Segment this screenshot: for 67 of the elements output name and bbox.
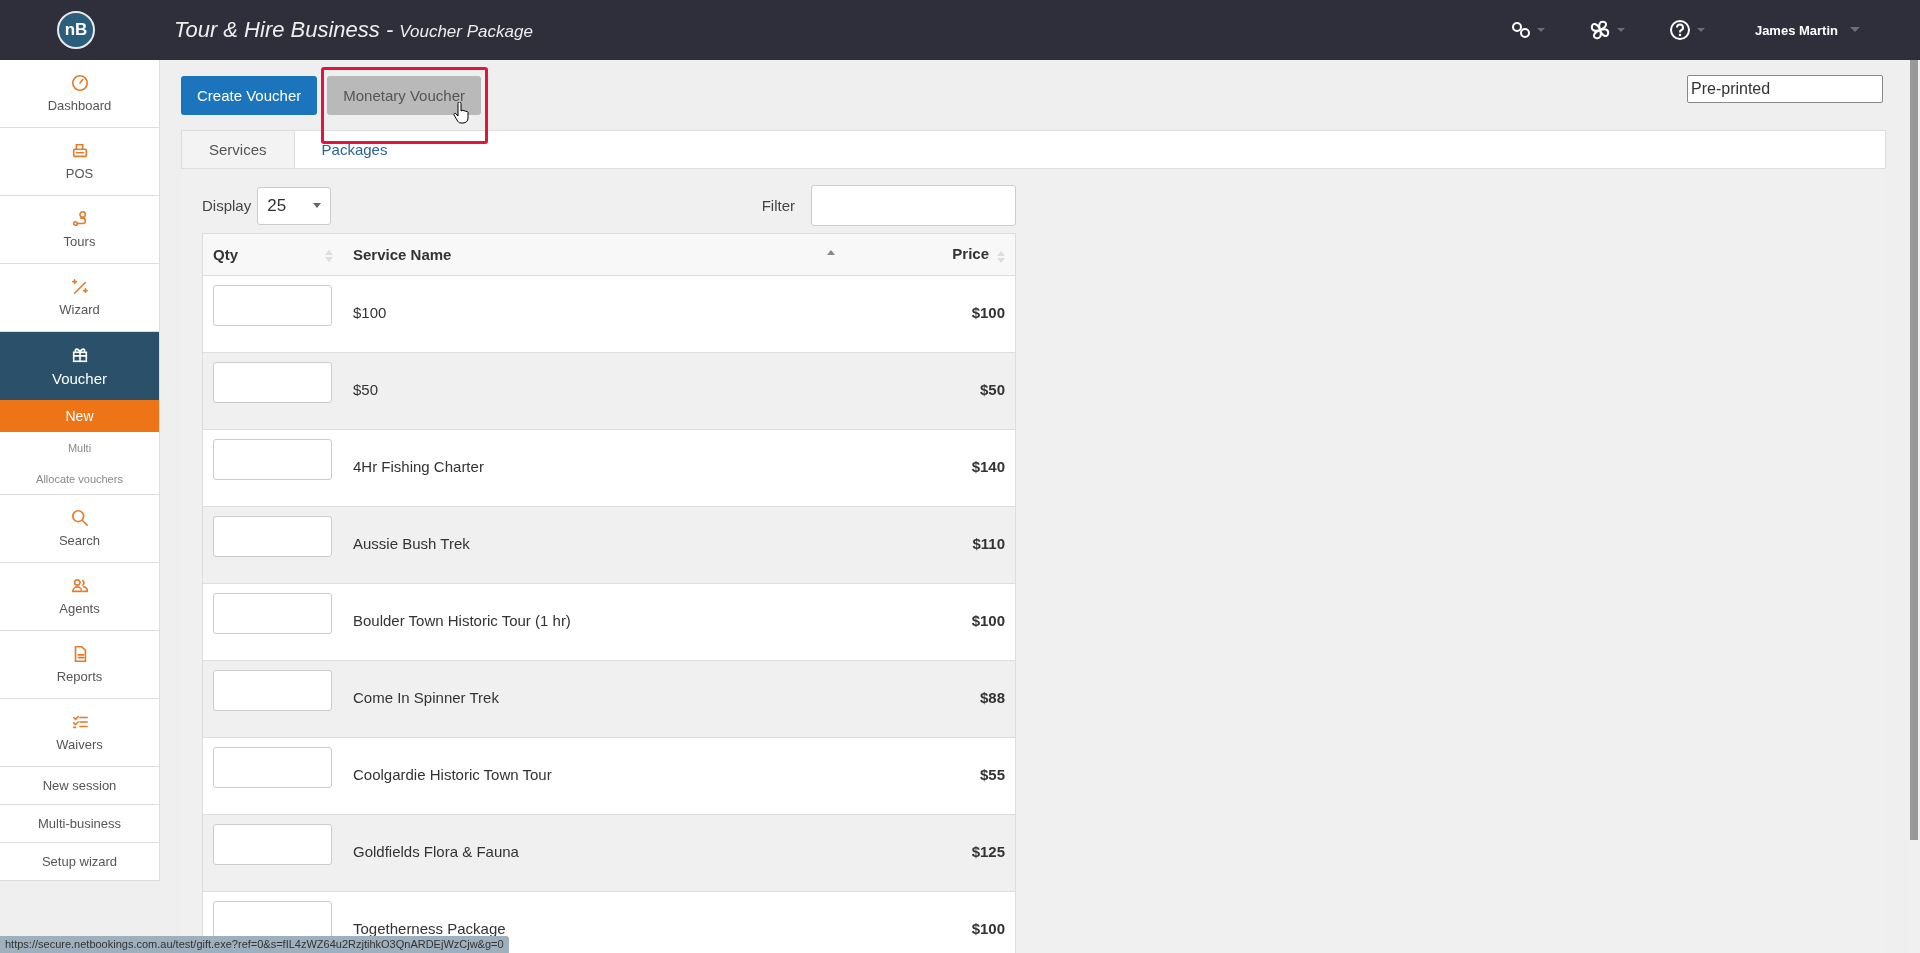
page-subtitle: Voucher Package [399,22,533,42]
sidebar-item[interactable]: Dashboard [0,60,159,128]
table-cell: $100 [971,920,1005,937]
sidebar-link[interactable]: New session [0,767,159,805]
column-header[interactable]: Price [845,233,1016,276]
sidebar-item[interactable]: POS [0,128,159,196]
qty-field[interactable] [213,670,332,711]
table-cell: $100 [971,612,1005,629]
qty-field[interactable] [213,439,332,480]
cash-register-icon [70,142,89,160]
qty-field[interactable] [213,747,332,788]
submenu-item[interactable]: Allocate vouchers [0,463,159,494]
table-cell: $88 [979,689,1005,706]
table-cell: $125 [971,843,1005,860]
app-title: Tour & Hire Business - [174,17,394,43]
column-header[interactable]: Service Name [343,233,845,276]
table-cell: $110 [972,535,1005,552]
route-icon [70,210,89,228]
table-cell: Boulder Town Historic Tour (1 hr) [353,612,571,629]
display-label: Display [202,197,252,214]
user-menu[interactable]: James Martin [1754,22,1838,38]
tab[interactable]: Services [182,131,295,168]
link-url-tooltip: https://secure.netbookings.com.au/test/gift.exe?ref=0&s=fIL4zWZ64u2RzjtihkO3QnARDEjWzCjw&g=0 [0,936,509,953]
table-cell: Togetherness Package [353,920,506,937]
checklist-icon [70,713,89,731]
table-cell: 4Hr Fishing Charter [353,458,484,475]
table-cell: $100 [971,304,1005,321]
caret-icon[interactable] [1850,27,1860,33]
table-cell: $140 [971,458,1005,475]
qty-field[interactable] [213,285,332,326]
table-cell: Goldfields Flora & Fauna [353,843,519,860]
submenu-item[interactable]: Multi [0,432,159,463]
table-cell: $50 [979,381,1005,398]
create-button[interactable]: Create Voucher [181,76,318,115]
hand-cursor-icon [453,102,469,124]
table-cell: Aussie Bush Trek [353,535,470,552]
page-size-select[interactable]: 25 [257,186,332,225]
sidebar-item[interactable]: Tours [0,196,159,264]
voucher-type-field[interactable]: Pre-printed [1687,75,1883,103]
sidebar-link[interactable]: Setup wizard [0,843,159,881]
gift-icon [70,345,89,364]
sidebar-item[interactable]: Reports [0,631,159,699]
search-icon [70,509,89,527]
sidebar-item[interactable]: Voucher [0,332,159,400]
sidebar-item[interactable]: Waivers [0,699,159,767]
sidebar-item[interactable]: Agents [0,563,159,631]
tab[interactable]: Packages [294,131,415,168]
caret-icon [313,203,322,208]
people-icon [70,577,89,595]
qty-field[interactable] [213,516,332,557]
table-cell: Come In Spinner Trek [353,689,499,706]
table-cell: Coolgardie Historic Town Tour [353,766,552,783]
magic-wand-icon [70,278,89,296]
filter-field[interactable] [811,185,1016,226]
table-cell: $50 [353,381,379,398]
table-cell: $100 [353,304,387,321]
sidebar-link[interactable]: Multi-business [0,805,159,843]
qty-field[interactable] [213,593,332,634]
filter-label: Filter [761,197,795,214]
logo[interactable]: nB [57,11,95,49]
sidebar-item[interactable]: Search [0,495,159,563]
table-cell: $55 [979,766,1005,783]
voucher-button[interactable]: Monetary Voucher [327,76,481,115]
qty-field[interactable] [213,824,332,865]
column-header[interactable]: Qty [202,233,343,276]
gauge-icon [70,74,89,92]
qty-field[interactable] [213,362,332,403]
